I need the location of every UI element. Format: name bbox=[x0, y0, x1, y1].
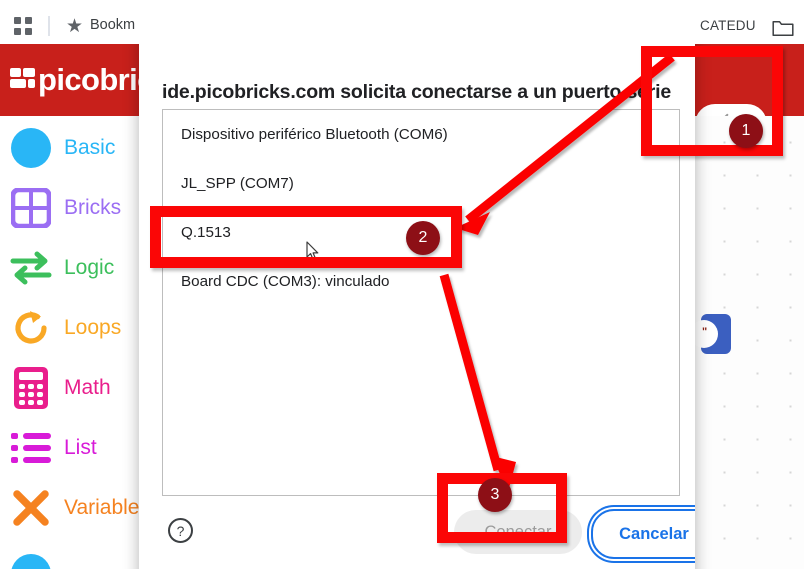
sidebar-label-list: List bbox=[64, 436, 97, 459]
browser-bookmarks-bar: ★ Bookm CATEDU bbox=[0, 0, 804, 44]
port-row-bluetooth[interactable]: Dispositivo periférico Bluetooth (COM6) bbox=[163, 110, 679, 159]
sidebar-item-loops[interactable]: Loops bbox=[0, 298, 160, 358]
sidebar-item-basic[interactable]: Basic bbox=[0, 118, 160, 178]
connect-button[interactable]: Conectar bbox=[454, 510, 582, 554]
grid-apps-icon[interactable] bbox=[14, 17, 34, 37]
circle-icon-partial bbox=[8, 551, 54, 569]
svg-text:?: ? bbox=[177, 523, 185, 539]
port-row-board-cdc[interactable]: Board CDC (COM3): vinculado bbox=[163, 257, 679, 306]
port-list[interactable]: Dispositivo periférico Bluetooth (COM6) … bbox=[162, 109, 680, 496]
sidebar-label-variables: Variables bbox=[64, 496, 150, 519]
help-circle-icon[interactable]: ? bbox=[167, 517, 194, 544]
swap-arrows-icon bbox=[8, 245, 54, 291]
loop-arrow-icon bbox=[8, 305, 54, 351]
bookmark-catedu[interactable]: CATEDU bbox=[700, 18, 756, 33]
list-icon bbox=[8, 425, 54, 471]
sidebar-item-list[interactable]: List bbox=[0, 418, 160, 478]
sidebar-item-variables[interactable]: Variables bbox=[0, 478, 160, 538]
bookmark-label[interactable]: Bookm bbox=[90, 17, 135, 33]
sidebar-label-math: Math bbox=[64, 376, 111, 399]
picobricks-logo-mark bbox=[10, 67, 36, 93]
dialog-title: ide.picobricks.com solicita conectarse a… bbox=[162, 81, 671, 103]
sidebar-label-logic: Logic bbox=[64, 256, 115, 279]
sidebar-label-loops: Loops bbox=[64, 316, 122, 339]
workspace-block-quote: " bbox=[702, 326, 709, 338]
calculator-icon bbox=[8, 365, 54, 411]
port-label: Q.1513 bbox=[181, 224, 231, 241]
port-label: Dispositivo periférico Bluetooth (COM6) bbox=[181, 126, 448, 143]
sidebar-item-math[interactable]: Math bbox=[0, 358, 160, 418]
sidebar-item-bricks[interactable]: Bricks bbox=[0, 178, 160, 238]
grid-bricks-icon bbox=[8, 185, 54, 231]
toolbar-divider bbox=[48, 16, 50, 36]
serial-port-dialog: ide.picobricks.com solicita conectarse a… bbox=[139, 44, 695, 569]
sidebar-item-logic[interactable]: Logic bbox=[0, 238, 160, 298]
cancel-button[interactable]: Cancelar bbox=[591, 509, 695, 559]
picobricks-ide: picobrick Basic Bricks Logic Loops Math … bbox=[0, 44, 804, 569]
x-cross-icon bbox=[8, 485, 54, 531]
sidebar-label-basic: Basic bbox=[64, 136, 116, 159]
star-icon[interactable]: ★ bbox=[66, 17, 83, 36]
port-label: Board CDC (COM3): vinculado bbox=[181, 273, 390, 290]
mouse-cursor bbox=[306, 241, 320, 261]
sidebar-label-bricks: Bricks bbox=[64, 196, 122, 219]
sidebar-item-next[interactable] bbox=[0, 544, 160, 569]
port-label: JL_SPP (COM7) bbox=[181, 175, 294, 192]
circle-icon bbox=[8, 125, 54, 171]
block-category-sidebar: Basic Bricks Logic Loops Math List Varia… bbox=[0, 116, 160, 569]
port-row-q1513[interactable]: Q.1513 bbox=[163, 208, 679, 257]
port-row-jlspp[interactable]: JL_SPP (COM7) bbox=[163, 159, 679, 208]
folder-icon[interactable] bbox=[772, 20, 794, 37]
